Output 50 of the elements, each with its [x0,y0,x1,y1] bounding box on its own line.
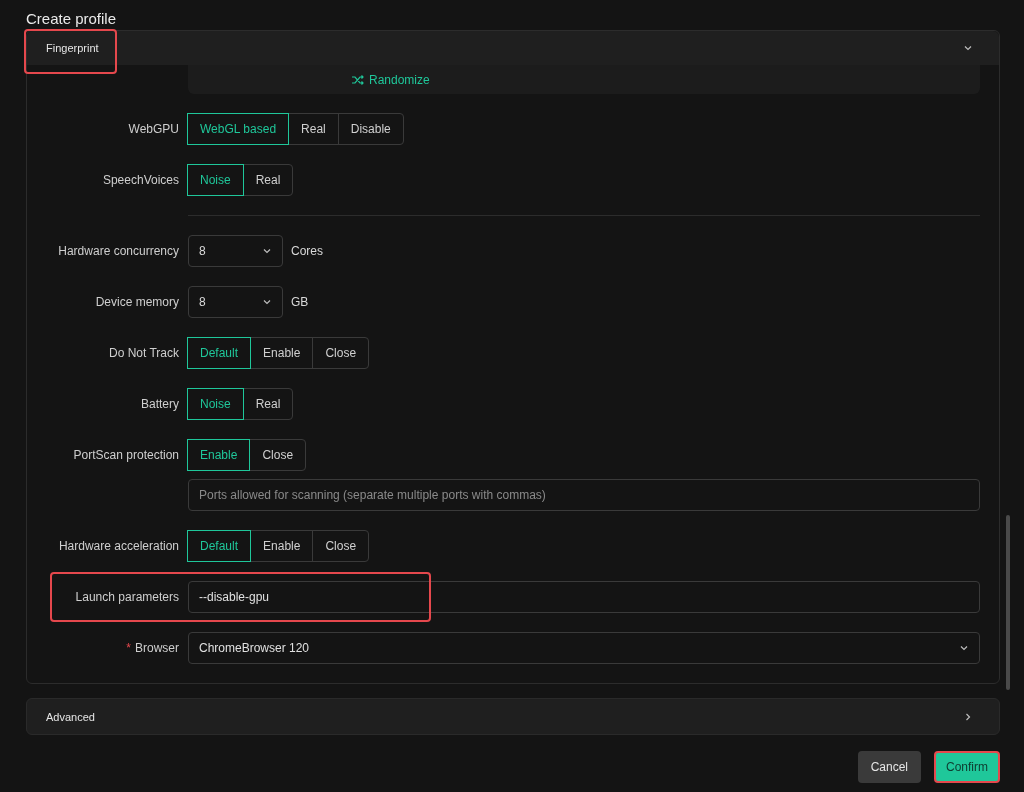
unit-label: Cores [291,244,323,258]
field-label: Do Not Track [108,345,179,362]
segment-option[interactable]: Noise [187,164,244,196]
chevron-icon [262,246,272,256]
segment-option[interactable]: Enable [250,530,314,562]
cancel-button[interactable]: Cancel [857,751,921,783]
segment-option[interactable]: Real [288,113,339,145]
input-field[interactable]: --disable-gpu [188,581,980,613]
segment-option[interactable]: Disable [337,113,404,145]
section-title: Fingerprint [46,42,99,54]
field-label: SpeechVoices [102,172,179,189]
input-field[interactable]: Ports allowed for scanning (separate multiple ports with commas) [188,479,980,511]
field-label: Device memory [95,294,179,311]
chevron-icon [262,297,272,307]
select-field[interactable]: ChromeBrowser 120 [188,632,980,664]
scrollbar-thumb[interactable] [1006,515,1010,690]
segment-option[interactable]: Default [187,337,252,369]
segment-option[interactable]: Real [242,164,294,196]
chevron-icon [959,643,969,653]
segment-option[interactable]: WebGL based [187,113,290,145]
section-header[interactable]: Advanced [26,698,1000,735]
segment-option[interactable]: Real [242,388,294,420]
select-field[interactable]: 8 [188,286,283,318]
placeholder-text: Ports allowed for scanning (separate multiple ports with commas) [199,488,546,502]
field-label: Browser [135,640,179,657]
confirm-button[interactable]: Confirm [934,751,1000,783]
randomize-button[interactable]: Randomize [352,72,430,87]
segment-option[interactable]: Enable [250,337,314,369]
shuffle-icon [352,74,364,85]
select-value: 8 [199,295,206,309]
select-value: ChromeBrowser 120 [199,641,310,655]
segment-option[interactable]: Default [187,530,252,562]
required-mark: * [126,640,131,657]
segment-option[interactable]: Enable [187,439,251,471]
segment-option[interactable]: Noise [187,388,244,420]
field-label: Launch parameters [75,589,179,606]
segment-option[interactable]: Close [312,530,370,562]
field-label: Hardware concurrency [58,243,179,260]
unit-label: GB [291,295,309,309]
segment-option[interactable]: Close [312,337,370,369]
section-header[interactable]: Fingerprint [27,31,999,65]
segment-option[interactable]: Close [249,439,307,471]
field-label: Battery [141,396,179,413]
select-value: 8 [199,244,206,258]
select-field[interactable]: 8 [188,235,283,267]
section-title: Advanced [46,710,95,723]
field-label: Hardware acceleration [58,538,179,555]
field-label: PortScan protection [73,447,179,464]
dialog-title: Create profile [26,9,118,29]
field-label: WebGPU [128,121,179,138]
